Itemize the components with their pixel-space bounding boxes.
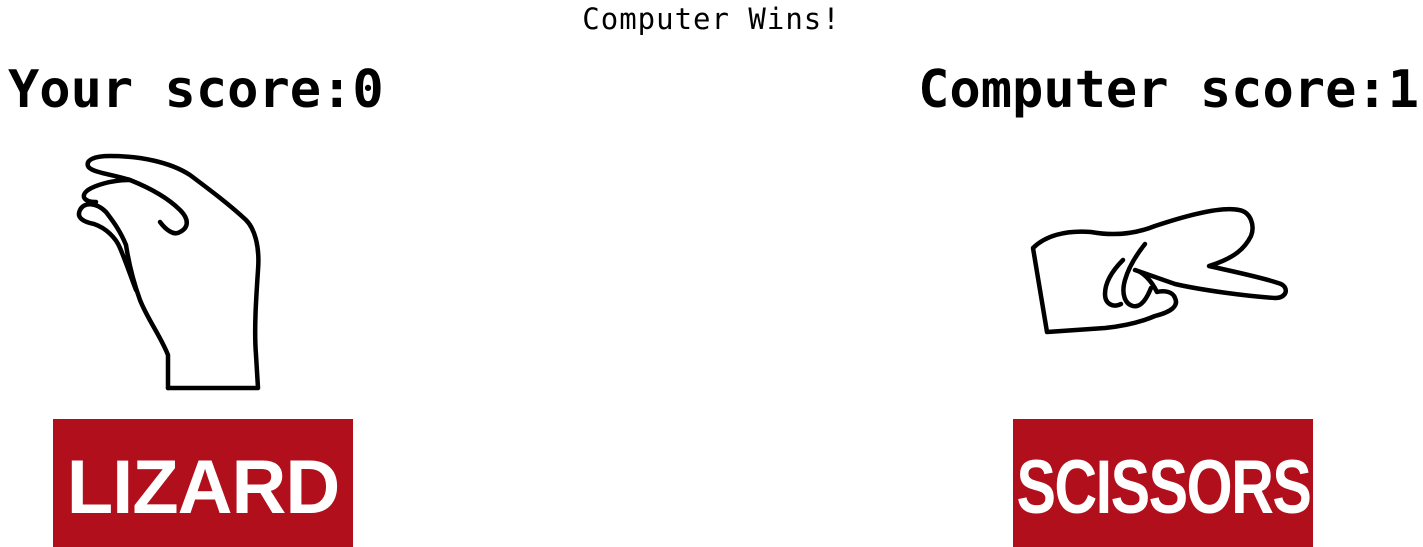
result-message: Computer Wins! bbox=[582, 2, 841, 36]
scissors-hand-icon bbox=[1025, 200, 1290, 340]
game-screen: Computer Wins! Your score:0 Computer sco… bbox=[0, 0, 1423, 547]
lizard-hand-icon bbox=[70, 150, 270, 395]
computer-score: Computer score:1 bbox=[918, 60, 1419, 120]
player-score: Your score:0 bbox=[8, 60, 384, 120]
computer-choice-badge: SCISSORS bbox=[1013, 419, 1313, 547]
computer-choice-label: SCISSORS bbox=[1016, 445, 1311, 530]
player-choice-badge: LIZARD bbox=[53, 419, 353, 547]
player-choice-label: LIZARD bbox=[66, 445, 341, 530]
